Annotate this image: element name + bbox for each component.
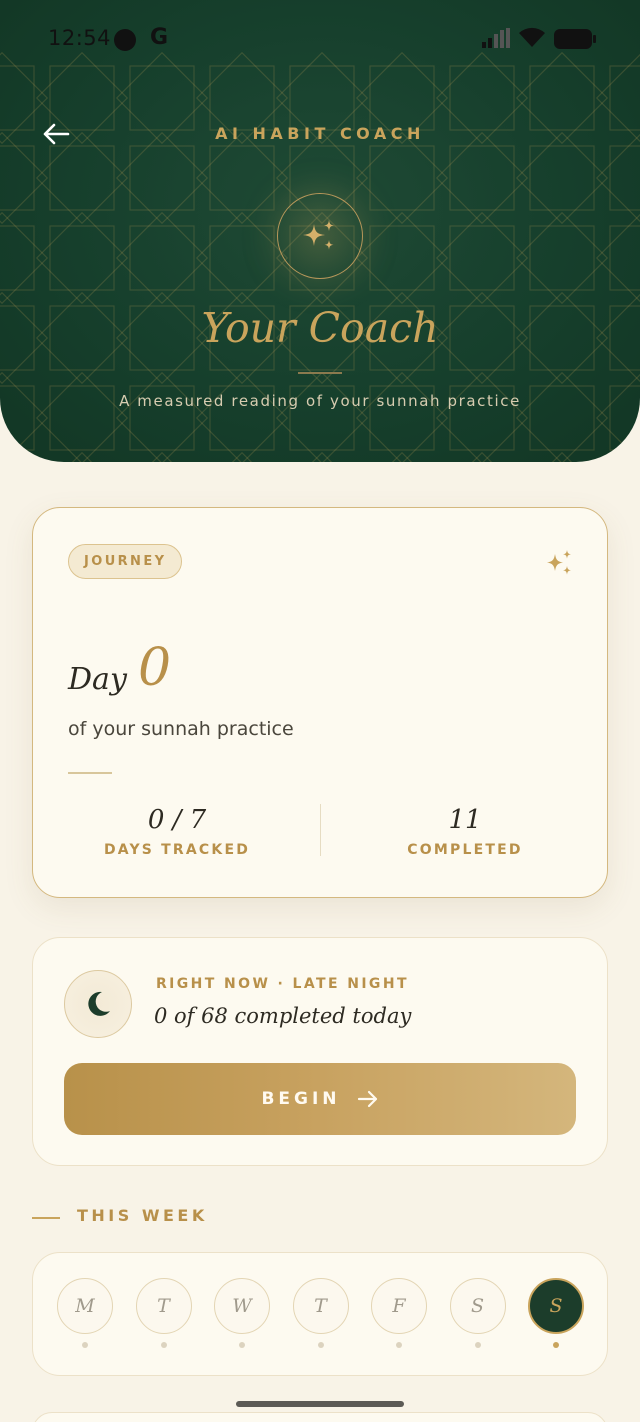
day-monday[interactable]: M [57, 1278, 113, 1358]
journey-caption: of your sunnah practice [68, 718, 294, 740]
day-sunday[interactable]: S [528, 1278, 584, 1358]
home-indicator[interactable] [236, 1401, 404, 1407]
day-indicator [317, 1342, 324, 1348]
journey-divider [68, 772, 112, 774]
journey-badge: JOURNEY [68, 544, 183, 579]
next-card [32, 1412, 608, 1422]
sparkles-icon [303, 220, 334, 250]
day-friday[interactable]: F [371, 1278, 427, 1358]
header-eyebrow: AI HABIT COACH [215, 124, 425, 143]
header: 12:54 G AI HABIT COACH Your Coach A meas… [0, 0, 640, 462]
day-letter: S [528, 1278, 584, 1334]
day-number: 0 [138, 638, 172, 698]
moon-badge [64, 970, 132, 1038]
coach-avatar [277, 193, 363, 279]
week-strip: M T W T F S S [32, 1252, 608, 1376]
page-subtitle: A measured reading of your sunnah practi… [119, 392, 521, 410]
today-progress: 0 of 68 completed today [154, 1004, 412, 1028]
page-title: Your Coach [201, 304, 439, 352]
battery-icon [554, 29, 596, 49]
day-wednesday[interactable]: W [214, 1278, 270, 1358]
day-word: Day [68, 662, 127, 697]
begin-label: BEGIN [261, 1089, 341, 1109]
day-letter: S [449, 1278, 506, 1334]
day-letter: F [371, 1278, 427, 1334]
day-letter: T [292, 1278, 349, 1334]
day-indicator [396, 1342, 402, 1348]
title-divider [298, 372, 342, 374]
day-letter: T [135, 1278, 192, 1334]
stat-label: COMPLETED [407, 842, 523, 858]
day-indicator [82, 1342, 88, 1348]
begin-button[interactable]: BEGIN [64, 1063, 576, 1135]
status-time: 12:54 [48, 26, 112, 50]
day-letter: M [57, 1278, 113, 1334]
day-tuesday[interactable]: T [135, 1278, 192, 1358]
day-saturday[interactable]: S [449, 1278, 506, 1358]
day-indicator [474, 1342, 481, 1348]
status-bar: 12:54 G [0, 0, 640, 80]
week-label: THIS WEEK [77, 1206, 208, 1225]
stat-value: 0 / 7 [147, 805, 207, 835]
day-indicator [160, 1342, 167, 1348]
day-letter: W [214, 1278, 270, 1334]
signal-icon [482, 28, 510, 48]
arrow-right-icon [357, 1090, 377, 1108]
time-of-day-label: RIGHT NOW · LATE NIGHT [156, 976, 409, 992]
day-indicator [239, 1342, 245, 1348]
day-thursday[interactable]: T [292, 1278, 349, 1358]
heading-rule [32, 1217, 60, 1219]
notification-dot-icon [114, 29, 136, 51]
wifi-icon [519, 27, 545, 47]
day-indicator [553, 1342, 559, 1348]
right-now-card: RIGHT NOW · LATE NIGHT 0 of 68 completed… [32, 937, 608, 1166]
sparkles-icon [547, 550, 571, 575]
journey-card: JOURNEY Day 0 of your sunnah practice 0 … [32, 507, 608, 898]
stat-label: DAYS TRACKED [103, 842, 251, 858]
crescent-moon-icon [88, 991, 110, 1016]
stat-days-tracked: 0 / 7 DAYS TRACKED [33, 802, 321, 858]
google-icon: G [150, 25, 169, 50]
stat-value: 11 [448, 805, 482, 835]
stat-completed: 11 COMPLETED [321, 802, 609, 858]
